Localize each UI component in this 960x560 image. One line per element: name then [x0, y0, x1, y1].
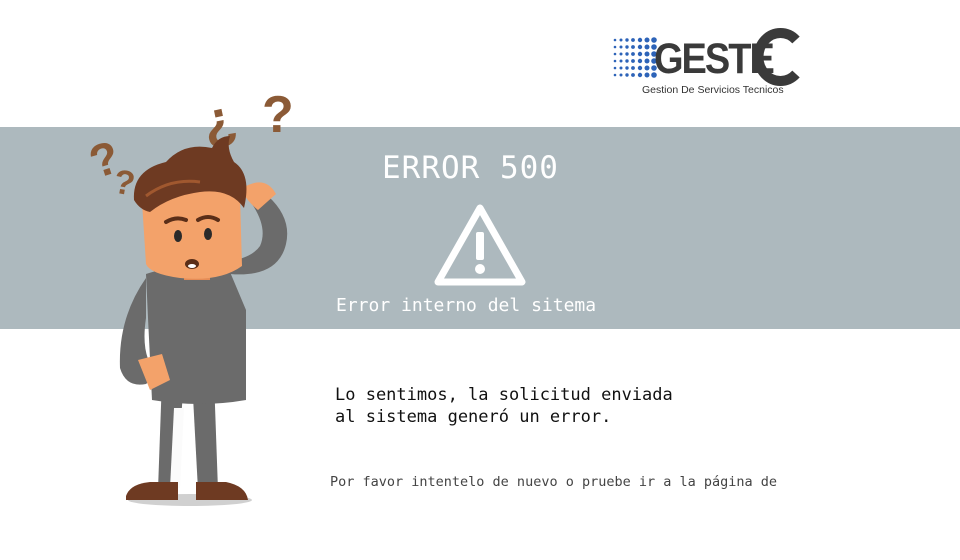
error-message-line-2: al sistema generó un error.: [335, 407, 612, 427]
logo-c-letter: [753, 28, 800, 86]
gestec-logo[interactable]: GESTE Gestion De Servicios Tecnicos: [612, 28, 802, 100]
confused-man-illustration: ¿ ? ? ?: [83, 86, 294, 506]
warning-triangle-icon: [434, 204, 526, 286]
error-subtitle: Error interno del sitema: [336, 295, 597, 316]
error-title: ERROR 500: [382, 150, 559, 186]
error-message-line-1: Lo sentimos, la solicitud enviada: [335, 385, 673, 405]
retry-hint: Por favor intentelo de nuevo o pruebe ir…: [330, 474, 778, 490]
question-mark-top: ?: [262, 86, 294, 144]
logo-tagline: Gestion De Servicios Tecnicos: [642, 84, 784, 96]
error-message: Lo sentimos, la solicitud enviada al sis…: [335, 384, 673, 428]
